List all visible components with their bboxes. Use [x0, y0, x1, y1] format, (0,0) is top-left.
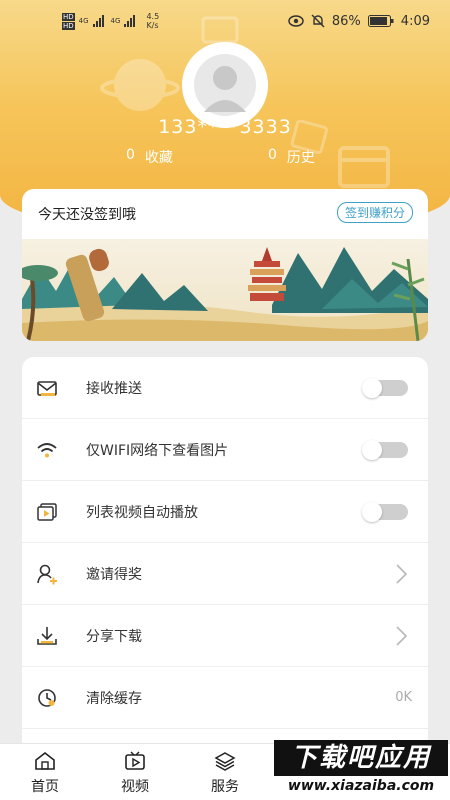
battery-icon — [367, 15, 394, 27]
net-speed: 4.5 — [146, 12, 160, 21]
history-stat[interactable]: 0 历史 — [268, 147, 315, 167]
settings-row-autoplay[interactable]: 列表视频自动播放 — [22, 481, 428, 543]
history-count: 0 — [268, 147, 277, 163]
planet-decoration-icon — [100, 59, 180, 111]
favorites-label: 收藏 — [144, 150, 173, 166]
cache-size: 0K — [395, 690, 412, 705]
watermark-title: 下载吧应用 — [274, 740, 448, 776]
video-icon — [125, 751, 145, 770]
nav-home-label: 首页 — [31, 779, 59, 795]
mail-icon — [37, 381, 57, 396]
settings-label-invite: 邀请得奖 — [86, 566, 142, 583]
status-bar: HD HD 4G 4G 4.5 K/s 86% 4:09 — [0, 0, 450, 42]
wifi-images-toggle[interactable] — [362, 439, 408, 460]
nav-home[interactable]: 首页 — [0, 744, 90, 800]
toggle-knob — [362, 439, 382, 460]
settings-row-share[interactable]: 分享下载 — [22, 605, 428, 667]
settings-label-autoplay: 列表视频自动播放 — [86, 504, 198, 521]
nav-service-label: 服务 — [211, 779, 239, 795]
push-toggle[interactable] — [362, 377, 408, 398]
watermark-url: www.xiazaiba.com — [274, 778, 448, 798]
signin-banner-image[interactable] — [22, 239, 428, 341]
video-play-icon — [37, 503, 57, 521]
autoplay-toggle[interactable] — [362, 501, 408, 522]
profile-stats: 0 收藏 0 历史 — [0, 147, 450, 167]
history-label: 历史 — [286, 150, 315, 166]
nav-video[interactable]: 视频 — [90, 744, 180, 800]
toggle-knob — [362, 501, 382, 522]
wifi-icon — [37, 443, 57, 458]
hd-badge: HD — [62, 12, 75, 21]
nav-service[interactable]: 服务 — [180, 744, 270, 800]
settings-label-clear-cache: 清除缓存 — [86, 690, 142, 707]
watermark-logo: 下载吧应用 www.xiazaiba.com — [272, 738, 450, 800]
hd-badge: HD — [62, 21, 75, 30]
signal-icon — [92, 15, 104, 27]
user-phone: 133****3333 — [158, 116, 292, 138]
clear-cache-icon — [38, 689, 56, 707]
signin-card: 今天还没签到哦 签到赚积分 — [22, 189, 428, 341]
nav-video-label: 视频 — [121, 779, 149, 795]
home-icon — [35, 751, 55, 770]
battery-percent: 86% — [331, 13, 361, 29]
settings-row-clear-cache[interactable]: 清除缓存 0K — [22, 667, 428, 729]
settings-card: 接收推送 仅WIFI网络下查看图片 列表视频自动播放 邀请得奖 分享下载 清除缓… — [22, 357, 428, 757]
download-icon — [37, 627, 57, 645]
signal-label: 4G — [78, 17, 89, 25]
chevron-right-icon — [396, 564, 408, 584]
settings-label-push: 接收推送 — [86, 380, 142, 397]
signin-title: 今天还没签到哦 — [38, 207, 136, 223]
signin-button[interactable]: 签到赚积分 — [336, 202, 413, 223]
toggle-knob — [362, 377, 382, 398]
settings-label-wifi-images: 仅WIFI网络下查看图片 — [86, 442, 229, 459]
layers-icon — [214, 752, 236, 771]
settings-row-push[interactable]: 接收推送 — [22, 357, 428, 419]
signal-label: 4G — [110, 17, 121, 25]
mute-bell-icon — [311, 14, 325, 28]
settings-row-wifi-images[interactable]: 仅WIFI网络下查看图片 — [22, 419, 428, 481]
settings-label-share: 分享下载 — [86, 628, 142, 645]
signal-icon — [124, 15, 136, 27]
eye-icon — [288, 15, 304, 27]
invite-user-icon — [37, 564, 57, 585]
clock: 4:09 — [400, 13, 430, 29]
net-speed-unit: K/s — [146, 21, 159, 30]
settings-row-invite[interactable]: 邀请得奖 — [22, 543, 428, 605]
chevron-right-icon — [396, 626, 408, 646]
favorites-count: 0 — [126, 147, 135, 163]
favorites-stat[interactable]: 0 收藏 — [126, 147, 173, 167]
